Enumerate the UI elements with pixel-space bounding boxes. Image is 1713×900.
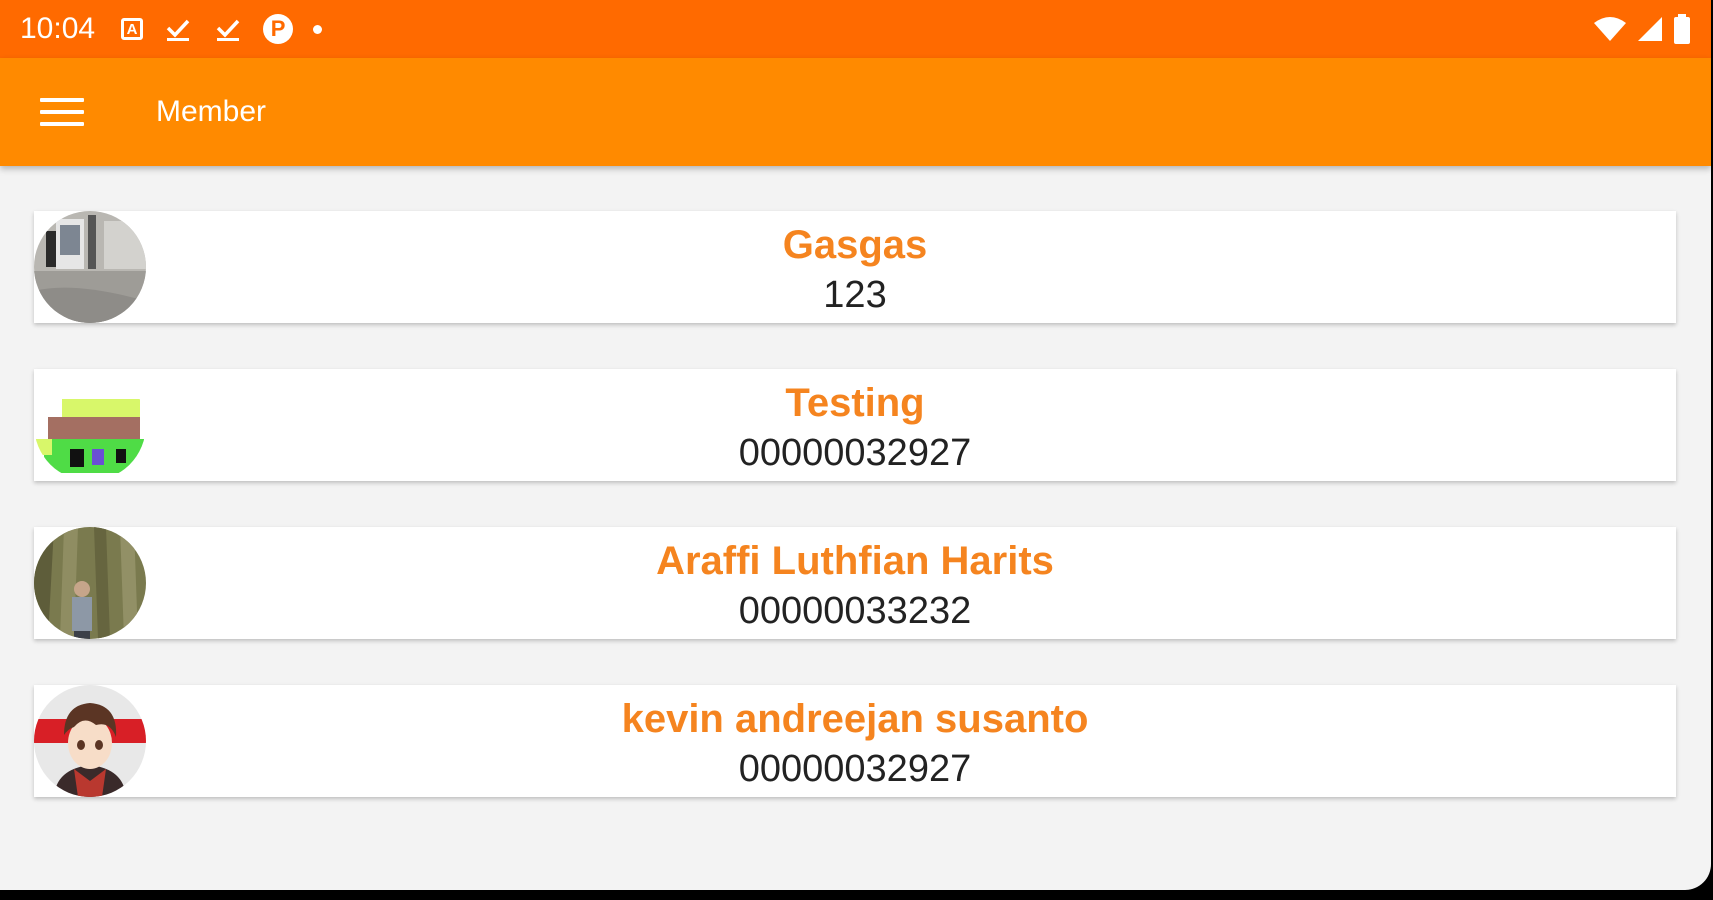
dot-icon: [313, 24, 323, 34]
page-title: Member: [156, 95, 267, 128]
member-card[interactable]: Testing 00000032927: [34, 369, 1676, 481]
member-name: kevin andreejan susanto: [621, 697, 1089, 741]
member-list: Gasgas 123 Testing 00000032927 Araffi Lu…: [34, 211, 1676, 843]
member-card[interactable]: Araffi Luthfian Harits 00000033232: [34, 527, 1676, 639]
notification-icons: A P: [121, 14, 323, 44]
member-info: kevin andreejan susanto 00000032927: [34, 695, 1676, 795]
member-id: 00000032927: [738, 748, 972, 790]
notification-a-icon: A: [121, 18, 144, 40]
member-info: Gasgas 123: [34, 221, 1676, 321]
member-name: Gasgas: [782, 223, 928, 267]
app-p-icon: P: [263, 14, 294, 44]
status-time: 10:04: [20, 12, 96, 45]
member-name: Testing: [785, 381, 925, 425]
member-info: Araffi Luthfian Harits 00000033232: [34, 537, 1676, 637]
member-id: 123: [823, 274, 887, 316]
download-done-icon: [213, 16, 243, 42]
member-info: Testing 00000032927: [34, 379, 1676, 479]
system-icons: [1593, 14, 1691, 44]
download-done-icon: [163, 16, 193, 42]
app-screen: 10:04 A P Member Gasgas 123 Testing 0000…: [0, 0, 1711, 890]
member-id: 00000032927: [738, 432, 972, 474]
battery-icon: [1673, 14, 1691, 44]
app-bar: Member: [0, 58, 1711, 166]
status-bar: 10:04 A P: [0, 0, 1711, 58]
member-id: 00000033232: [738, 590, 972, 632]
signal-icon: [1637, 16, 1663, 42]
wifi-icon: [1593, 16, 1627, 42]
member-card[interactable]: Gasgas 123: [34, 211, 1676, 323]
hamburger-menu-icon[interactable]: [38, 92, 86, 132]
member-name: Araffi Luthfian Harits: [656, 539, 1054, 583]
member-card[interactable]: kevin andreejan susanto 00000032927: [34, 685, 1676, 797]
